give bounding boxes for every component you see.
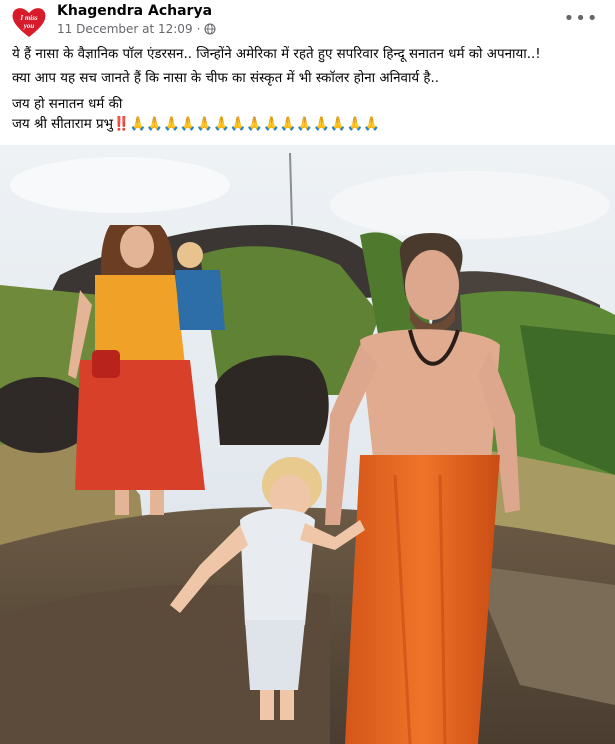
- family-photo-illustration: [0, 145, 615, 744]
- avatar-text-1: I miss: [19, 14, 38, 22]
- post-line-2: क्या आप यह सच जानते हैं कि नासा के चीफ क…: [12, 71, 440, 86]
- avatar-text-2: you: [23, 22, 35, 30]
- post-line-1: ये हैं नासा के वैज्ञानिक पॉल एंडरसन.. जि…: [12, 47, 541, 62]
- post-text: ये हैं नासा के वैज्ञानिक पॉल एंडरसन.. जि…: [12, 45, 607, 135]
- post-line-4: जय श्री सीताराम प्रभु‼️🙏🙏🙏🙏🙏🙏🙏🙏🙏🙏🙏🙏🙏🙏🙏: [12, 117, 380, 132]
- post-photo[interactable]: [0, 145, 615, 744]
- more-options-icon[interactable]: •••: [564, 6, 598, 30]
- author-name[interactable]: Khagendra Acharya: [57, 3, 212, 19]
- post-line-3: जय हो सनातन धर्म की: [12, 97, 123, 112]
- post-date[interactable]: 11 December at 12:09: [57, 22, 193, 36]
- post-header: I miss you Khagendra Acharya 11 December…: [0, 0, 615, 41]
- facebook-post: I miss you Khagendra Acharya 11 December…: [0, 0, 615, 744]
- globe-icon: [204, 23, 216, 35]
- post-meta: 11 December at 12:09 ·: [57, 22, 216, 36]
- avatar[interactable]: I miss you: [10, 3, 48, 41]
- heart-avatar-icon: I miss you: [10, 3, 48, 41]
